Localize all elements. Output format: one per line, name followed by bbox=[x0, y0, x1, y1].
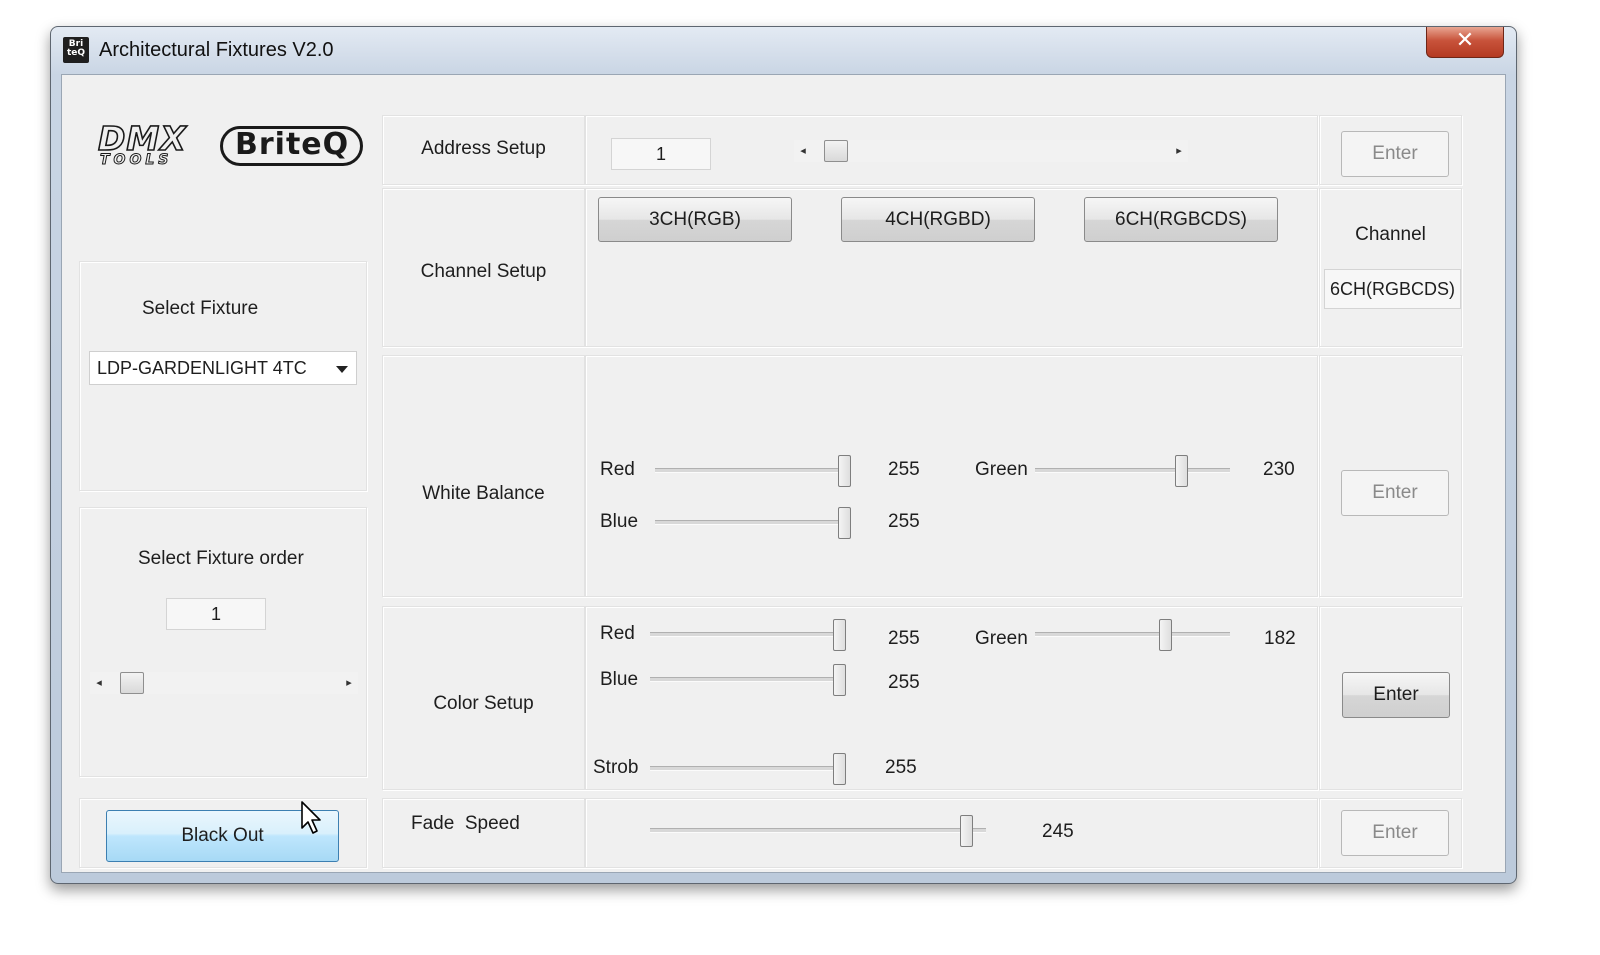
scroll-right-arrow-icon[interactable]: ▸ bbox=[340, 672, 358, 694]
cs-strob-slider[interactable] bbox=[650, 753, 846, 785]
white-balance-enter-panel: Enter bbox=[1319, 355, 1462, 597]
wb-green-label: Green bbox=[975, 459, 1028, 480]
cs-green-label: Green bbox=[975, 628, 1028, 649]
cs-strob-value: 255 bbox=[885, 757, 917, 778]
cs-blue-slider[interactable] bbox=[650, 664, 846, 696]
close-button[interactable]: ✕ bbox=[1426, 27, 1504, 58]
fade-speed-enter-panel: Enter bbox=[1319, 798, 1462, 868]
fixture-dropdown[interactable]: LDP-GARDENLIGHT 4TC bbox=[89, 351, 357, 385]
address-value[interactable]: 1 bbox=[611, 138, 711, 170]
slider-track bbox=[650, 632, 846, 637]
client-area: DMX TOOLS BriteQ Select Fixture LDP-GARD… bbox=[61, 74, 1506, 873]
scroll-left-arrow-icon[interactable]: ◂ bbox=[794, 140, 812, 162]
slider-thumb[interactable] bbox=[1175, 455, 1188, 487]
color-setup-label-panel: Color Setup bbox=[382, 606, 585, 790]
cs-blue-value: 255 bbox=[888, 672, 920, 693]
fixture-order-scrollbar[interactable]: ◂ ▸ bbox=[90, 672, 358, 694]
briteq-logo: BriteQ bbox=[220, 126, 363, 166]
address-setup-control-panel: 1 ◂ ▸ bbox=[585, 115, 1318, 185]
slider-track bbox=[1035, 468, 1230, 473]
mouse-pointer-icon bbox=[301, 801, 321, 834]
white-balance-control-panel: Red 255 Green 230 Blue 255 bbox=[585, 355, 1318, 597]
slider-thumb[interactable] bbox=[960, 815, 973, 847]
address-setup-label-panel: Address Setup bbox=[382, 115, 585, 185]
fade-speed-enter-button[interactable]: Enter bbox=[1341, 810, 1449, 856]
scroll-right-arrow-icon[interactable]: ▸ bbox=[1170, 140, 1188, 162]
cs-red-label: Red bbox=[600, 623, 635, 644]
color-setup-control-panel: Red 255 Green 182 Blue 255 Strob 255 bbox=[585, 606, 1318, 790]
app-icon: Bri teQ bbox=[63, 37, 89, 63]
address-setup-label: Address Setup bbox=[421, 138, 546, 159]
color-setup-label: Color Setup bbox=[433, 693, 534, 714]
fixture-order-label: Select Fixture order bbox=[138, 548, 304, 569]
select-fixture-label: Select Fixture bbox=[142, 298, 259, 319]
channel-heading: Channel bbox=[1355, 224, 1426, 245]
slider-thumb[interactable] bbox=[833, 664, 846, 696]
slider-track bbox=[650, 766, 846, 771]
slider-thumb[interactable] bbox=[833, 753, 846, 785]
chevron-down-icon bbox=[336, 366, 348, 373]
cs-red-value: 255 bbox=[888, 628, 920, 649]
title-bar[interactable]: Bri teQ Architectural Fixtures V2.0 ✕ bbox=[51, 27, 1516, 73]
wb-red-value: 255 bbox=[888, 459, 920, 480]
wb-blue-label: Blue bbox=[600, 511, 639, 532]
window-title: Architectural Fixtures V2.0 bbox=[99, 39, 334, 61]
slider-track bbox=[650, 828, 986, 833]
slider-thumb[interactable] bbox=[838, 507, 851, 539]
fade-speed-value: 245 bbox=[1042, 821, 1074, 842]
channel-setup-control-panel: 3CH(RGB) 4CH(RGBD) 6CH(RGBCDS) bbox=[585, 188, 1318, 347]
app-window: Bri teQ Architectural Fixtures V2.0 ✕ DM… bbox=[50, 26, 1517, 884]
channel-3ch-button[interactable]: 3CH(RGB) bbox=[598, 197, 792, 242]
fade-speed-control-panel: 245 bbox=[585, 798, 1318, 868]
dmx-tools-logo: DMX TOOLS bbox=[97, 119, 187, 168]
channel-value: 6CH(RGBCDS) bbox=[1324, 269, 1461, 309]
slider-thumb[interactable] bbox=[838, 455, 851, 487]
channel-display-panel: Channel 6CH(RGBCDS) bbox=[1319, 188, 1462, 347]
cs-blue-label: Blue bbox=[600, 669, 639, 690]
select-fixture-panel: Select Fixture LDP-GARDENLIGHT 4TC bbox=[79, 261, 367, 491]
color-setup-enter-button[interactable]: Enter bbox=[1342, 672, 1450, 718]
address-scrollbar[interactable]: ◂ ▸ bbox=[794, 140, 1188, 162]
channel-6ch-button[interactable]: 6CH(RGBCDS) bbox=[1084, 197, 1278, 242]
slider-track bbox=[650, 677, 846, 682]
fixture-dropdown-value: LDP-GARDENLIGHT 4TC bbox=[97, 358, 307, 378]
wb-red-label: Red bbox=[600, 459, 635, 480]
cs-red-slider[interactable] bbox=[650, 619, 846, 651]
white-balance-label-panel: White Balance bbox=[382, 355, 585, 597]
scroll-left-arrow-icon[interactable]: ◂ bbox=[90, 672, 108, 694]
fixture-order-value[interactable]: 1 bbox=[166, 598, 266, 630]
wb-red-slider[interactable] bbox=[655, 455, 851, 487]
address-enter-button[interactable]: Enter bbox=[1341, 131, 1449, 177]
address-enter-panel: Enter bbox=[1319, 115, 1462, 185]
white-balance-enter-button[interactable]: Enter bbox=[1341, 470, 1449, 516]
wb-blue-value: 255 bbox=[888, 511, 920, 532]
color-setup-enter-panel: Enter bbox=[1319, 606, 1462, 790]
channel-setup-label: Channel Setup bbox=[420, 261, 547, 282]
slider-track bbox=[1035, 632, 1230, 637]
slider-thumb[interactable] bbox=[833, 619, 846, 651]
wb-blue-slider[interactable] bbox=[655, 507, 851, 539]
scroll-thumb[interactable] bbox=[120, 672, 144, 694]
fade-speed-label: Fade Speed bbox=[411, 813, 520, 834]
cs-green-slider[interactable] bbox=[1035, 619, 1230, 651]
slider-thumb[interactable] bbox=[1159, 619, 1172, 651]
wb-green-value: 230 bbox=[1263, 459, 1295, 480]
fade-speed-slider[interactable] bbox=[650, 815, 986, 847]
wb-green-slider[interactable] bbox=[1035, 455, 1230, 487]
slider-track bbox=[655, 468, 851, 473]
channel-setup-label-panel: Channel Setup bbox=[382, 188, 585, 347]
cs-strob-label: Strob bbox=[593, 757, 639, 778]
cs-green-value: 182 bbox=[1264, 628, 1296, 649]
fade-speed-label-panel: Fade Speed bbox=[382, 798, 585, 868]
slider-track bbox=[655, 520, 851, 525]
white-balance-label: White Balance bbox=[422, 483, 545, 504]
fixture-order-panel: Select Fixture order 1 ◂ ▸ bbox=[79, 507, 367, 777]
scroll-thumb[interactable] bbox=[824, 140, 848, 162]
channel-4ch-button[interactable]: 4CH(RGBD) bbox=[841, 197, 1035, 242]
